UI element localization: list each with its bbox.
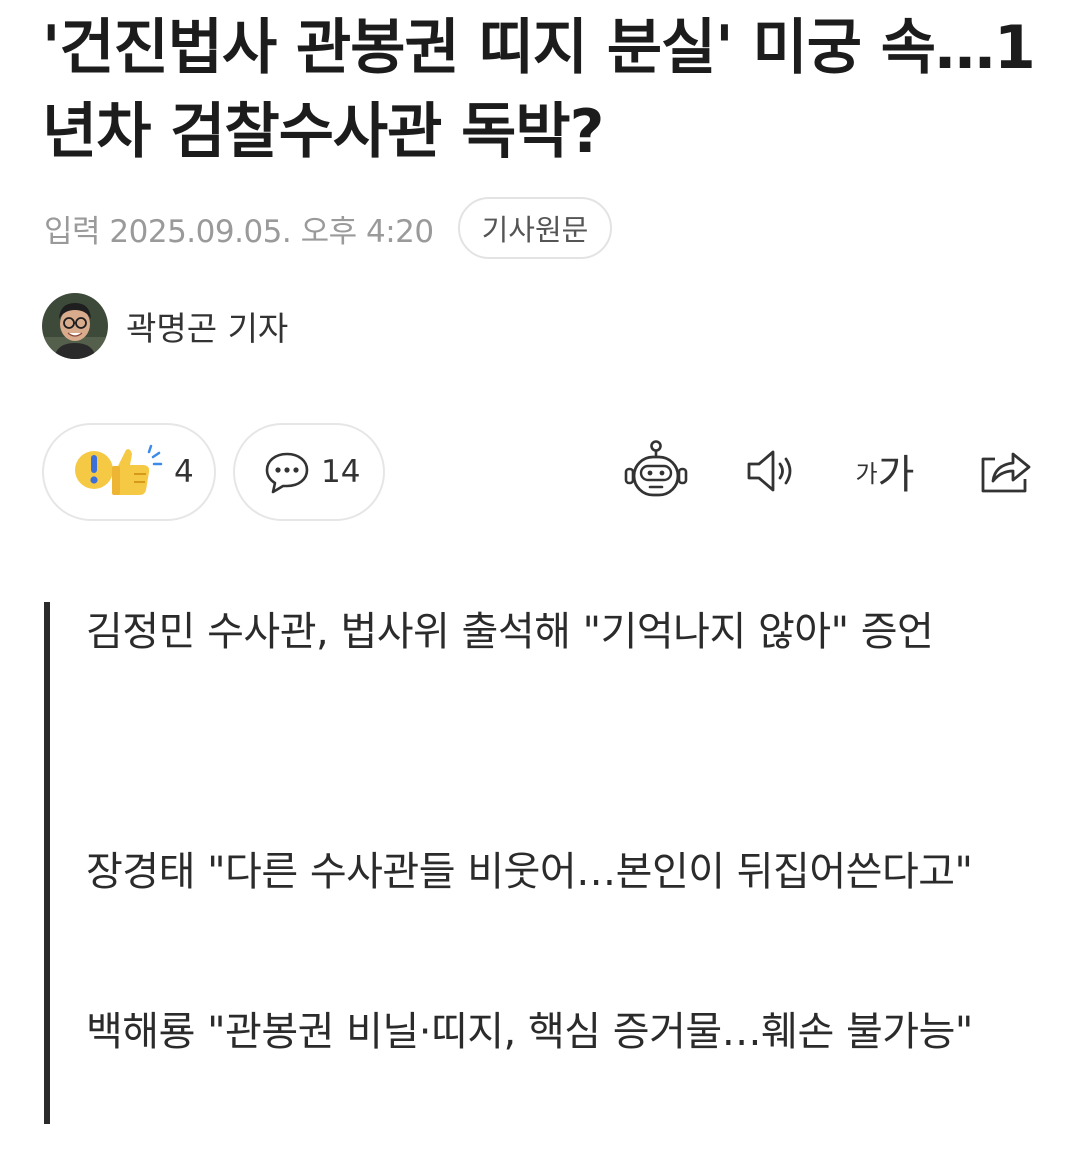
summary-line: 김정민 수사관, 법사위 출석해 "기억나지 않아" 증언 xyxy=(86,609,934,655)
summary-line: 백해룡 "관봉권 비닐·띠지, 핵심 증거물…훼손 불가능" xyxy=(86,1009,973,1055)
robot-summary-icon xyxy=(624,440,688,497)
speaker-icon xyxy=(747,450,792,492)
font-size-large-glyph: 가 xyxy=(877,452,915,498)
reporter-name[interactable]: 곽명곤 기자 xyxy=(126,302,288,350)
exclaim-thumbs-up-icon xyxy=(75,444,163,495)
summary-bot-button[interactable] xyxy=(622,436,690,506)
share-icon xyxy=(981,452,1031,493)
reporter-avatar[interactable] xyxy=(42,293,108,359)
original-article-button[interactable]: 기사원문 xyxy=(457,197,613,259)
summary-line: 장경태 "다른 수사관들 비웃어…본인이 뒤집어쓴다고" xyxy=(86,849,973,895)
comment-bubble-icon xyxy=(265,452,309,494)
summary-quote-bar xyxy=(44,602,50,1124)
font-size-button[interactable]: 가가 xyxy=(850,436,920,506)
comment-count: 14 xyxy=(321,454,361,490)
reporter-info[interactable]: 곽명곤 기자 xyxy=(42,293,288,359)
listen-button[interactable] xyxy=(740,436,802,506)
published-date: 입력 2025.09.05. 오후 4:20 xyxy=(44,213,434,250)
share-button[interactable] xyxy=(975,436,1035,506)
reaction-button[interactable]: 4 xyxy=(42,423,216,521)
reaction-count: 4 xyxy=(174,454,194,490)
article-headline: '건진법사 관봉권 띠지 분실' 미궁 속…1년차 검찰수사관 독박? xyxy=(42,13,1036,167)
article-meta: 입력 2025.09.05. 오후 4:20 기사원문 xyxy=(44,196,613,260)
font-size-small-glyph: 가 xyxy=(855,459,878,488)
comment-button[interactable]: 14 xyxy=(233,423,385,521)
